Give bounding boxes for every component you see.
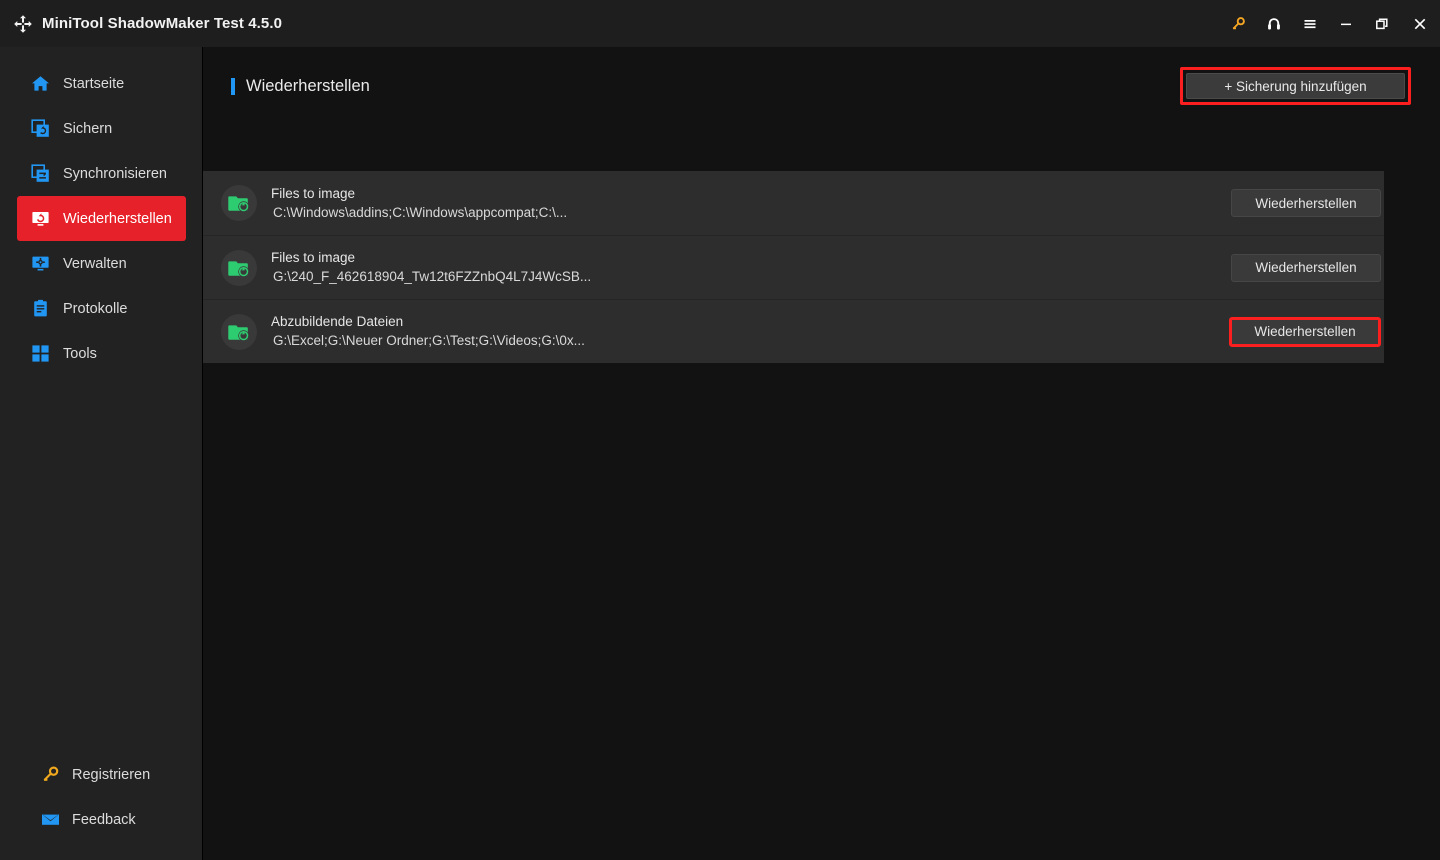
main-content: Wiederherstellen + Sicherung hinzufügen	[203, 47, 1440, 860]
sidebar-nav: Startseite Sichern Synchronisieren Wiede…	[0, 61, 202, 376]
menu-icon[interactable]	[1292, 0, 1328, 47]
sidebar-item-label: Synchronisieren	[63, 165, 167, 182]
titlebar-controls	[1220, 0, 1440, 47]
application-window: MiniTool ShadowMaker Test 4.5.0 Startsei…	[0, 0, 1440, 860]
minimize-icon[interactable]	[1328, 0, 1364, 47]
sidebar-item-label: Startseite	[63, 75, 125, 92]
folder-restore-icon	[221, 313, 257, 350]
title-bar: MiniTool ShadowMaker Test 4.5.0	[0, 0, 1440, 47]
sidebar-item-feedback[interactable]: Feedback	[0, 797, 202, 842]
folder-restore-icon	[221, 249, 257, 286]
restore-icon	[31, 209, 50, 228]
sidebar-item-label: Tools	[63, 345, 97, 362]
sidebar-item-label: Verwalten	[63, 255, 127, 272]
key-icon	[41, 765, 60, 784]
restore-button[interactable]: Wiederherstellen	[1232, 319, 1378, 344]
backup-info: Files to image C:\Windows\addins;C:\Wind…	[271, 185, 1205, 222]
window-title: MiniTool ShadowMaker Test 4.5.0	[42, 15, 283, 32]
sidebar-item-label: Wiederherstellen	[63, 210, 172, 227]
sync-icon	[31, 164, 50, 183]
backup-title: Files to image	[271, 250, 356, 265]
restore-button-wrap: Wiederherstellen	[1231, 253, 1381, 282]
sidebar-item-protokolle[interactable]: Protokolle	[17, 286, 186, 331]
sidebar-item-synchronisieren[interactable]: Synchronisieren	[17, 151, 186, 196]
page-title: Wiederherstellen	[246, 76, 370, 95]
key-icon[interactable]	[1220, 0, 1256, 47]
sidebar: Startseite Sichern Synchronisieren Wiede…	[0, 47, 203, 860]
backup-info: Files to image G:\240_F_462618904_Tw12t6…	[271, 249, 1205, 286]
sidebar-item-tools[interactable]: Tools	[17, 331, 186, 376]
add-backup-highlight: + Sicherung hinzufügen	[1180, 67, 1411, 105]
backup-path: C:\Windows\addins;C:\Windows\appcompat;C…	[273, 204, 568, 220]
backup-title: Abzubildende Dateien	[271, 314, 404, 329]
manage-icon	[31, 254, 50, 273]
window-body: Startseite Sichern Synchronisieren Wiede…	[0, 47, 1440, 860]
row-action: Wiederherstellen	[1205, 316, 1381, 347]
backup-info: Abzubildende Dateien G:\Excel;G:\Neuer O…	[271, 313, 1205, 350]
sidebar-item-label: Sichern	[63, 120, 113, 137]
close-icon[interactable]	[1400, 0, 1440, 47]
shadowmaker-logo-icon	[13, 14, 33, 34]
sidebar-item-registrieren[interactable]: Registrieren	[0, 752, 202, 797]
table-row[interactable]: Abzubildende Dateien G:\Excel;G:\Neuer O…	[203, 299, 1384, 363]
restore-button-wrap: Wiederherstellen	[1231, 189, 1381, 217]
logs-icon	[31, 299, 50, 318]
restore-button[interactable]: Wiederherstellen	[1231, 253, 1381, 282]
folder-restore-icon	[221, 185, 257, 221]
add-backup-button[interactable]: + Sicherung hinzufügen	[1186, 73, 1405, 99]
headset-icon[interactable]	[1256, 0, 1292, 47]
tools-icon	[31, 344, 50, 363]
sidebar-item-label: Registrieren	[72, 766, 151, 783]
sidebar-item-verwalten[interactable]: Verwalten	[17, 241, 186, 286]
envelope-icon	[41, 810, 60, 829]
row-action: Wiederherstellen	[1205, 189, 1381, 217]
sidebar-bottom-nav: Registrieren Feedback	[0, 752, 202, 860]
table-row[interactable]: Files to image C:\Windows\addins;C:\Wind…	[203, 171, 1384, 235]
backup-path: G:\Excel;G:\Neuer Ordner;G:\Test;G:\Vide…	[273, 333, 585, 348]
maximize-icon[interactable]	[1364, 0, 1400, 47]
backup-list: Files to image C:\Windows\addins;C:\Wind…	[203, 171, 1384, 363]
sidebar-item-startseite[interactable]: Startseite	[17, 61, 186, 106]
restore-button-highlight: Wiederherstellen	[1229, 316, 1381, 347]
sidebar-item-wiederherstellen[interactable]: Wiederherstellen	[17, 196, 186, 241]
backup-path: G:\240_F_462618904_Tw12t6FZZnbQ4L7J4WcSB…	[273, 269, 592, 284]
restore-button[interactable]: Wiederherstellen	[1231, 189, 1381, 217]
home-icon	[31, 74, 50, 93]
backup-icon	[31, 119, 50, 138]
sidebar-item-sichern[interactable]: Sichern	[17, 106, 186, 151]
page-header: Wiederherstellen + Sicherung hinzufügen	[231, 67, 1411, 105]
sidebar-item-label: Protokolle	[63, 300, 128, 317]
table-row[interactable]: Files to image G:\240_F_462618904_Tw12t6…	[203, 235, 1384, 299]
backup-title: Files to image	[271, 185, 356, 201]
sidebar-item-label: Feedback	[72, 811, 136, 828]
row-action: Wiederherstellen	[1205, 253, 1381, 282]
title-accent-bar	[231, 77, 235, 95]
